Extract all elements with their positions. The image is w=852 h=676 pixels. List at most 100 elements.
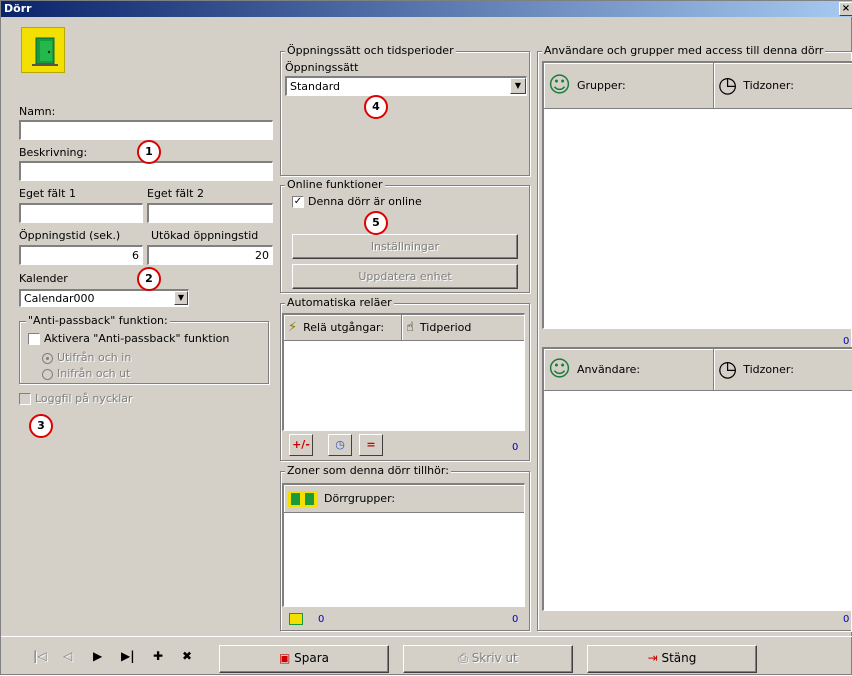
window-title: Dörr (4, 2, 32, 15)
checkbox-icon (19, 393, 31, 405)
clock-icon[interactable]: ◷ (328, 434, 352, 456)
antipassback-group: "Anti-passback" funktion: Aktivera "Anti… (19, 314, 269, 384)
open-time-input[interactable]: 6 (19, 245, 143, 265)
zones-list-header: Dörrgrupper: (284, 485, 524, 513)
opening-group-title: Öppningssätt och tidsperioder (285, 44, 456, 57)
users-column[interactable]: ☺ Användare: (544, 349, 714, 390)
timezones-header: Tidzoner: (743, 79, 794, 92)
radio-selected-icon (42, 352, 53, 364)
relay-outputs-header: Relä utgångar: (303, 321, 385, 334)
save-button[interactable]: ▣ Spara (219, 645, 389, 673)
online-checkbox[interactable]: ✓ Denna dörr är online (292, 195, 422, 208)
extended-open-time-label: Utökad öppningstid (151, 229, 259, 242)
door-group-icon (288, 490, 318, 507)
chevron-down-icon[interactable]: ▼ (510, 78, 526, 94)
close-button[interactable]: ⇥ Stäng (587, 645, 757, 673)
radio-icon (42, 368, 53, 380)
settings-button[interactable]: Inställningar (292, 234, 518, 259)
radio-out-in[interactable]: Utifrån och in (42, 351, 131, 364)
next-record-icon[interactable]: ▶ (93, 649, 102, 663)
opening-mode-label: Öppningssätt (285, 61, 359, 74)
groups-count: 0 (843, 336, 850, 347)
relays-group-title: Automatiska reläer (285, 296, 394, 309)
equals-icon[interactable]: = (359, 434, 383, 456)
radio-in-out[interactable]: Inifrån och ut (42, 367, 130, 380)
calendar-select[interactable]: Calendar000 ▼ (19, 289, 189, 307)
online-group-title: Online funktioner (285, 178, 385, 191)
close-label: Stäng (661, 651, 697, 665)
logfile-checkbox[interactable]: Loggfil på nycklar (19, 392, 133, 405)
radio-in-out-label: Inifrån och ut (57, 367, 131, 380)
door-group-small-icon (289, 613, 303, 625)
relay-timeperiod-column[interactable]: ☝ Tidperiod (402, 315, 525, 340)
custom-field-2-label: Eget fält 2 (147, 187, 204, 200)
navigation-bar: |◁ ◁ ▶ ▶| ✚ ✖ ▣ Spara ⎙ Skriv ut ⇥ Stäng (1, 636, 852, 676)
first-record-icon[interactable]: |◁ (33, 649, 47, 663)
opening-mode-value: Standard (290, 80, 341, 93)
door-icon (21, 27, 65, 73)
lightning-icon: ⚡ (288, 320, 298, 335)
groups-column[interactable]: ☺ Grupper: (544, 63, 714, 108)
annotation-marker-2: 2 (137, 267, 161, 291)
doorgroups-header: Dörrgrupper: (324, 492, 396, 505)
open-time-label: Öppningstid (sek.) (19, 229, 121, 242)
users-timezones-header: Tidzoner: (743, 363, 794, 376)
add-record-icon[interactable]: ✚ (153, 649, 163, 663)
annotation-marker-5: 5 (364, 211, 388, 235)
zones-group-title: Zoner som denna dörr tillhör: (285, 464, 451, 477)
antipassback-group-title: "Anti-passback" funktion: (26, 314, 170, 327)
close-window-button[interactable]: × (839, 2, 852, 16)
name-label: Namn: (19, 105, 56, 118)
clock-person-icon: ◷ (718, 73, 738, 98)
zones-list[interactable]: Dörrgrupper: (282, 483, 525, 607)
print-button[interactable]: ⎙ Skriv ut (403, 645, 573, 673)
description-label: Beskrivning: (19, 146, 88, 159)
delete-record-icon[interactable]: ✖ (182, 649, 192, 663)
exit-icon: ⇥ (647, 651, 658, 665)
groups-list[interactable]: ☺ Grupper: ◷ Tidzoner: (542, 61, 852, 329)
antipassback-enable-checkbox[interactable]: Aktivera "Anti-passback" funktion (28, 332, 229, 345)
relay-timeperiod-header: Tidperiod (419, 321, 472, 334)
opening-mode-select[interactable]: Standard ▼ (285, 76, 527, 96)
users-timezones-column[interactable]: ◷ Tidzoner: (714, 349, 852, 390)
description-input[interactable] (19, 161, 273, 181)
doorgroups-column[interactable]: Dörrgrupper: (284, 485, 525, 512)
annotation-marker-1: 1 (137, 140, 161, 164)
print-label: Skriv ut (471, 651, 518, 665)
last-record-icon[interactable]: ▶| (121, 649, 135, 663)
relays-list[interactable]: ⚡ Relä utgångar: ☝ Tidperiod (282, 313, 525, 431)
save-label: Spara (294, 651, 330, 665)
relay-outputs-column[interactable]: ⚡ Relä utgångar: (284, 315, 402, 340)
access-group-title: Användare och grupper med access till de… (542, 44, 826, 57)
users-list-header: ☺ Användare: ◷ Tidzoner: (544, 349, 852, 391)
antipassback-enable-label: Aktivera "Anti-passback" funktion (44, 332, 230, 345)
users-list[interactable]: ☺ Användare: ◷ Tidzoner: (542, 347, 852, 611)
zones-count-right: 0 (512, 614, 519, 625)
plus-minus-icon[interactable]: +/- (289, 434, 313, 456)
title-bar: Dörr × (1, 1, 852, 17)
group-icon: ☺ (548, 73, 571, 98)
door-dialog: Dörr × Namn: Beskrivning: Eget fält 1 Eg… (0, 0, 852, 675)
users-header: Användare: (576, 363, 641, 376)
calendar-label: Kalender (19, 272, 68, 285)
custom-field-1-label: Eget fält 1 (19, 187, 76, 200)
groups-header: Grupper: (576, 79, 626, 92)
chevron-down-icon[interactable]: ▼ (174, 291, 188, 305)
clock-person-icon: ◷ (718, 357, 738, 382)
relays-list-header: ⚡ Relä utgångar: ☝ Tidperiod (284, 315, 524, 341)
annotation-marker-3: 3 (29, 414, 53, 438)
annotation-marker-4: 4 (364, 95, 388, 119)
custom-field-1-input[interactable] (19, 203, 143, 223)
users-count: 0 (843, 614, 850, 625)
radio-out-in-label: Utifrån och in (57, 351, 132, 364)
previous-record-icon[interactable]: ◁ (63, 649, 72, 663)
update-unit-button[interactable]: Uppdatera enhet (292, 264, 518, 289)
custom-field-2-input[interactable] (147, 203, 273, 223)
name-input[interactable] (19, 120, 273, 140)
timezones-column[interactable]: ◷ Tidzoner: (714, 63, 852, 108)
extended-open-time-input[interactable]: 20 (147, 245, 273, 265)
zones-count-left: 0 (318, 614, 325, 625)
checkmark-icon: ✓ (292, 196, 304, 208)
relays-count: 0 (512, 442, 519, 453)
hand-icon: ☝ (406, 320, 414, 335)
